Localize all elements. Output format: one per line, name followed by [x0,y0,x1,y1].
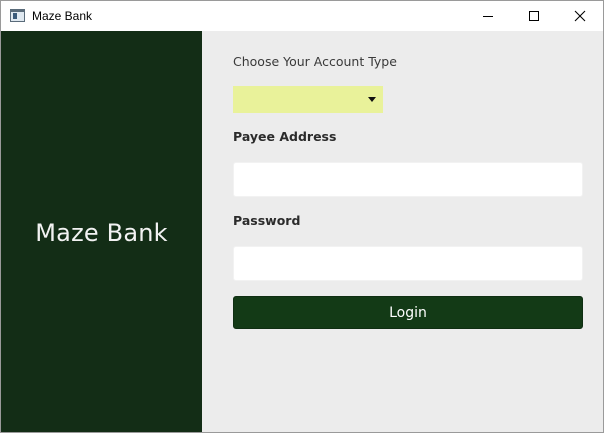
close-icon [574,10,586,22]
login-button[interactable]: Login [233,296,583,329]
close-button[interactable] [557,1,603,31]
account-type-select[interactable] [233,86,383,113]
login-form: Choose Your Account Type Payee Address P… [202,31,603,432]
password-label: Password [233,213,301,228]
payee-address-label: Payee Address [233,129,337,144]
app-icon [10,9,25,22]
window-title: Maze Bank [32,9,93,23]
sidebar: Maze Bank [1,31,202,432]
chevron-down-icon [368,97,376,102]
title-bar[interactable]: Maze Bank [1,1,603,31]
maximize-icon [529,11,539,21]
maximize-button[interactable] [511,1,557,31]
app-window: Maze Bank Maze Bank Choose Your Account … [0,0,604,433]
brand-title: Maze Bank [35,219,168,247]
payee-address-field[interactable] [233,162,583,197]
minimize-icon [483,16,493,17]
minimize-button[interactable] [465,1,511,31]
account-type-label: Choose Your Account Type [233,54,397,69]
password-field[interactable] [233,246,583,281]
